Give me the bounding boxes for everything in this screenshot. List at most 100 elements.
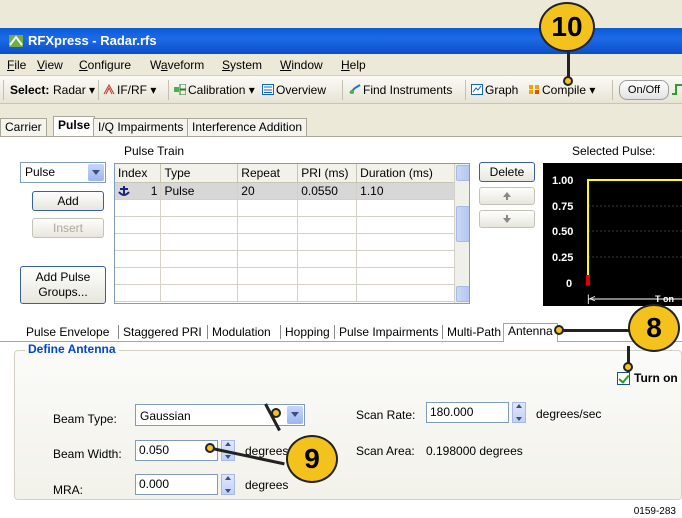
pulse-type-value: Pulse [25,165,56,179]
window-title: RFXpress - Radar.rfs [28,33,157,48]
column-header-pri[interactable]: PRI (ms) [297,164,358,183]
column-header-index[interactable]: Index [115,164,162,183]
table-row [115,250,455,268]
scroll-thumb[interactable] [456,206,469,242]
y-tick-100: 1.00 [552,175,573,187]
figure-id: 0159-283 [633,506,676,517]
row-pri-cell[interactable]: 0.0550 [297,182,358,200]
menu-configure[interactable]: Configure [79,58,131,72]
column-header-type[interactable]: Type [160,164,239,183]
table-row [115,216,455,234]
table-row [115,267,455,285]
move-up-button[interactable] [479,187,535,205]
y-tick-0: 0 [566,278,572,290]
scroll-down-icon[interactable] [456,286,469,302]
menu-system[interactable]: System [222,58,262,72]
tab-pulse[interactable]: Pulse [53,116,96,136]
pulse-type-select[interactable]: Pulse [20,162,106,183]
table-row[interactable]: 1 Pulse 20 0.0550 1.10 [115,182,455,200]
tab-pulse-envelope[interactable]: Pulse Envelope [26,325,109,339]
x-axis-bar-glyph: |< [587,294,596,305]
scan-rate-label: Scan Rate: [356,408,416,422]
toolbar-separator [612,80,613,100]
tab-hopping[interactable]: Hopping [280,325,330,339]
table-header: Index Type Repeat PRI (ms) Duration (ms) [115,164,455,183]
column-header-duration[interactable]: Duration (ms) [356,164,455,183]
row-duration-cell[interactable]: 1.10 [356,182,455,200]
tab-pulse-impairments[interactable]: Pulse Impairments [334,325,438,339]
y-tick-050: 0.50 [552,226,573,238]
table-row [115,233,455,251]
row-repeat-cell[interactable]: 20 [237,182,299,200]
chevron-down-icon[interactable] [287,406,303,424]
row-type-cell[interactable]: Pulse [160,182,239,200]
toolbar-separator [98,80,99,100]
arrow-down-icon [503,215,511,223]
add-button[interactable]: Add [32,191,104,211]
find-instruments-button[interactable]: Find Instruments [349,83,452,97]
pulse-trace [587,179,682,283]
toolbar-separator [465,80,466,100]
select-dropdown[interactable]: Radar ▾ [53,83,95,97]
tab-antenna[interactable]: Antenna [503,323,558,342]
menu-help[interactable]: Help [341,58,366,72]
graph-button[interactable]: Graph [471,83,518,97]
chevron-down-icon[interactable] [88,164,104,181]
mra-label: MRA: [53,483,83,497]
tab-multi-path[interactable]: Multi-Path [442,325,501,339]
toolbar-grip [3,80,4,100]
find-instruments-icon [349,84,361,94]
tab-carrier[interactable]: Carrier [0,118,47,136]
calibration-icon [174,84,186,95]
callout-8-leader [562,329,632,332]
overview-button[interactable]: Overview [262,83,326,97]
x-axis-label: T on [655,294,674,304]
toolbar: Select: Radar ▾ IF/RF ▾ Calibration ▾ Ov… [0,76,682,104]
menu-bar: File View Configure Waveform System Wind… [0,54,682,76]
scan-rate-input[interactable]: 180.000 [426,402,509,423]
table-scrollbar[interactable] [454,164,469,303]
callout-8: 8 [628,304,680,352]
tab-staggered-pri[interactable]: Staggered PRI [118,325,202,339]
ifrf-icon [103,84,115,95]
y-tick-025: 0.25 [552,252,573,264]
pulse-train-title: Pulse Train [124,144,185,158]
scroll-up-icon[interactable] [456,165,469,181]
table-row [115,284,455,302]
compile-button[interactable]: Compile ▾ [528,83,595,97]
calibration-button[interactable]: Calibration ▾ [174,83,255,97]
scan-rate-spinner[interactable] [512,402,526,423]
graph-icon [471,84,483,95]
compile-icon [529,85,539,94]
row-index-cell[interactable]: 1 [115,182,162,200]
insert-button[interactable]: Insert [32,218,104,238]
beam-type-value: Gaussian [140,409,191,423]
column-header-repeat[interactable]: Repeat [237,164,299,183]
onoff-button[interactable]: On/Off [619,80,669,100]
toolbar-separator [342,80,343,100]
turn-on-label: Turn on [634,371,678,385]
menu-view[interactable]: View [37,58,63,72]
tab-interference-addition[interactable]: Interference Addition [187,118,308,136]
beam-type-label: Beam Type: [53,412,117,426]
callout-9-target-type [271,408,281,418]
scan-rate-unit: degrees/sec [536,407,602,421]
add-pulse-groups-button[interactable]: Add Pulse Groups... [20,266,106,304]
menu-window[interactable]: Window [280,58,323,72]
tab-iq-impairments[interactable]: I/Q Impairments [93,118,189,136]
mra-spinner[interactable] [221,474,235,495]
tab-modulation[interactable]: Modulation [207,325,271,339]
mra-unit: degrees [245,478,289,492]
ifrf-button[interactable]: IF/RF ▾ [103,83,156,97]
callout-9: 9 [286,435,338,483]
toolbar-separator [168,80,169,100]
menu-file[interactable]: File [7,58,26,72]
turn-on-checkbox[interactable] [617,372,630,385]
selected-pulse-title: Selected Pulse: [572,144,656,158]
move-down-button[interactable] [479,210,535,228]
mra-input[interactable]: 0.000 [135,474,218,495]
delete-button[interactable]: Delete [479,162,535,182]
scan-area-label: Scan Area: [356,444,415,458]
menu-waveform[interactable]: Waveform [150,58,204,72]
pulse-train-table: Index Type Repeat PRI (ms) Duration (ms)… [114,163,470,304]
